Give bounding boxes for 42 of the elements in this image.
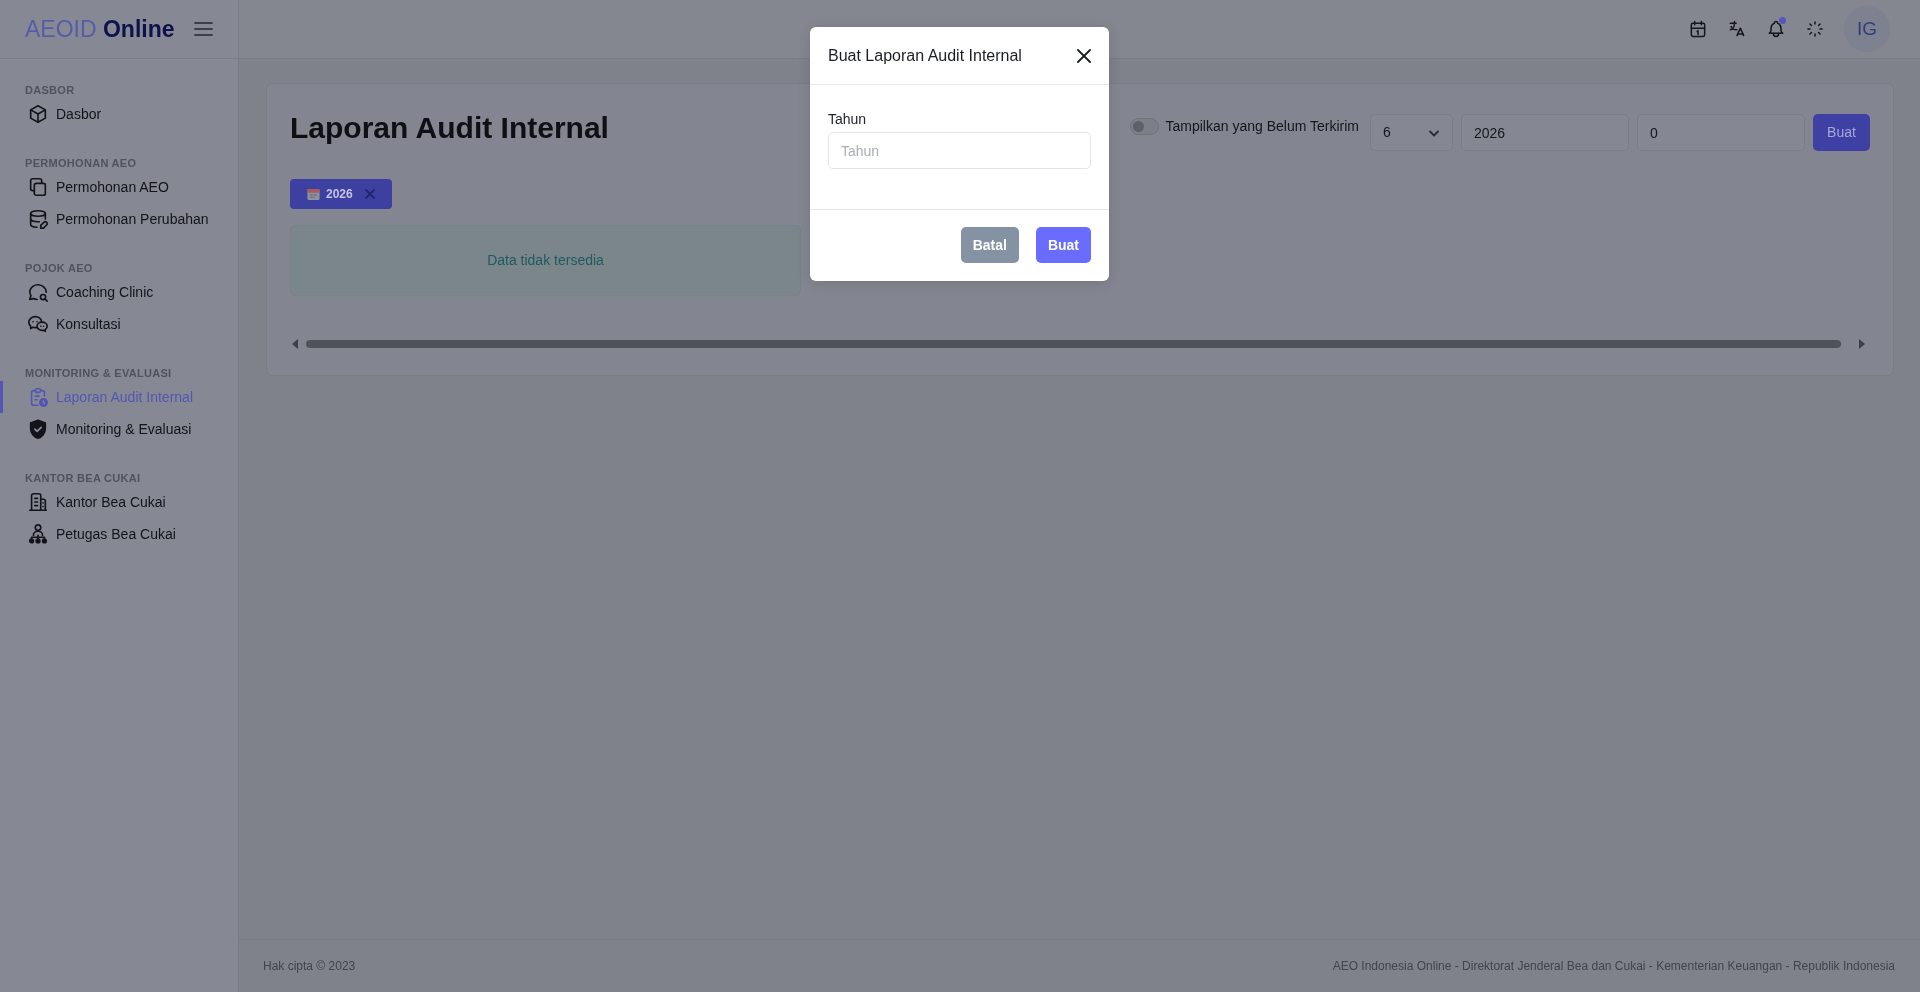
copy-icon [27,176,49,198]
page-title: Laporan Audit Internal [290,110,609,146]
cancel-button[interactable]: Batal [960,227,1019,263]
sidebar-item[interactable]: Konsultasi [0,308,238,340]
calendar-icon[interactable] [1688,19,1708,39]
calendar-icon [307,187,320,201]
user-network-icon [27,523,49,545]
toggle-label: Tampilkan yang Belum Terkirim [1165,117,1359,136]
sidebar-item[interactable]: Coaching Clinic [0,276,238,308]
modal-title: Buat Laporan Audit Internal [828,45,1022,66]
empty-state-message: Data tidak tersedia [290,225,801,296]
chat-search-icon [27,281,49,303]
translate-icon[interactable] [1727,19,1747,39]
chat-bubbles-icon [27,313,49,335]
scroll-left-icon[interactable] [292,339,298,349]
select-field[interactable]: 6 [1370,114,1453,151]
toggle-switch[interactable] [1129,118,1159,135]
field-label: Tahun [828,111,867,128]
scroll-right-icon[interactable] [1859,339,1865,349]
create-button[interactable]: Buat [1035,227,1091,263]
input-field[interactable]: 0 [1637,114,1805,151]
copyright-text: Hak cipta © 2023 [263,958,356,975]
database-edit-icon [27,208,49,230]
input-field[interactable]: Tahun [828,132,1091,169]
sidebar-item[interactable]: Kantor Bea Cukai [0,486,238,518]
input-field[interactable]: 2026 [1461,114,1629,151]
sidebar-item[interactable]: Monitoring & Evaluasi [0,413,238,445]
sidebar-item[interactable]: Petugas Bea Cukai [0,518,238,550]
shield-check-icon [27,418,49,440]
sidebar-item[interactable]: Permohonan AEO [0,171,238,203]
menu-icon[interactable] [194,21,213,37]
footer-credits: AEO Indonesia Online - Direktorat Jenderal Bea dan Cukai - Kementerian Keuangan - Republik Indonesia [1332,958,1895,975]
loader-icon[interactable] [1805,19,1825,39]
sidebar-item[interactable]: Permohonan Perubahan [0,203,238,235]
building-icon [27,491,49,513]
scrollbar-thumb[interactable] [306,340,1841,348]
chip-label: 2026 [326,186,353,203]
cube-icon [27,103,49,125]
close-icon[interactable] [1077,48,1091,63]
bell-icon[interactable] [1766,19,1786,39]
sidebar-item[interactable]: Dasbor [0,98,238,130]
create-button[interactable]: Buat [1813,114,1870,151]
